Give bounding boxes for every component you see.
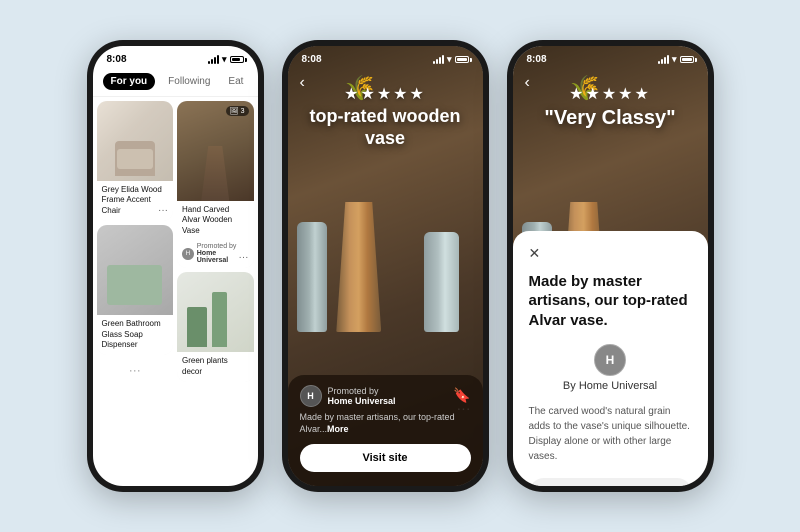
vase-badge: 🖼3 — [226, 106, 249, 116]
col1-footer-dots: ··· — [97, 359, 174, 381]
phones-container: 8:08 ▾ For you Following — [67, 20, 734, 512]
product-bottom-panel: H Promoted by Home Universal 🔖 Made by m… — [288, 375, 483, 486]
wifi-icon-2: ▾ — [447, 54, 452, 65]
feed-item-sink[interactable]: Green Bathroom Glass Soap Dispenser — [97, 225, 174, 355]
bookmark-button[interactable]: 🔖 — [453, 387, 470, 404]
product-title: top-rated wooden vase — [288, 106, 483, 149]
status-icons-2: ▾ — [433, 54, 469, 65]
status-time-3: 8:08 — [527, 54, 547, 65]
modal-brand-name: By Home Universal — [563, 380, 657, 392]
vase-center — [336, 202, 381, 332]
more-link[interactable]: More — [327, 424, 349, 434]
status-time-1: 8:08 — [107, 54, 127, 65]
product-screen: 🌾 8:08 ▾ ‹ — [288, 46, 483, 486]
plants-title: Green plants decor — [182, 356, 249, 377]
wifi-icon-3: ▾ — [672, 54, 677, 65]
back-button[interactable]: ‹ — [300, 74, 305, 92]
phone-feed: 8:08 ▾ For you Following — [87, 40, 264, 492]
vase-image — [177, 101, 254, 201]
plants-info: Green plants decor — [177, 352, 254, 382]
feed-item-chair[interactable]: Grey Elida Wood Frame Accent Chair ··· — [97, 101, 174, 221]
signal-icon-1 — [208, 55, 219, 64]
status-bar-1: 8:08 ▾ — [93, 46, 258, 69]
visit-site-button-2[interactable]: Visit site — [300, 444, 471, 472]
modal-sheet: ✕ Made by master artisans, our top-rated… — [513, 231, 708, 486]
feed-grid: Grey Elida Wood Frame Accent Chair ··· G… — [93, 97, 258, 386]
status-bar-3: 8:08 ▾ — [513, 46, 708, 69]
feed-item-vase[interactable]: 🖼3 Hand Carved Alvar Wooden Vase H Promo… — [177, 101, 254, 268]
tab-eat[interactable]: Eat — [223, 74, 248, 89]
phone-2-screen: 🌾 8:08 ▾ ‹ — [288, 46, 483, 486]
product-brand-info: Promoted by Home Universal — [328, 386, 396, 406]
sink-image — [97, 225, 174, 315]
modal-brand-avatar: H — [594, 344, 626, 376]
status-bar-2: 8:08 ▾ — [288, 46, 483, 69]
vase-left — [297, 222, 327, 332]
vase-promoted-avatar: H — [182, 248, 194, 260]
modal-brand-row: H By Home Universal — [529, 344, 692, 392]
phone-modal: 🌾 8:08 ▾ ‹ — [507, 40, 714, 492]
signal-icon-3 — [658, 55, 669, 64]
product-promoted-row: H Promoted by Home Universal 🔖 — [300, 385, 471, 407]
plants-image — [177, 272, 254, 352]
vase-dots[interactable]: ··· — [239, 252, 249, 263]
wifi-icon-1: ▾ — [222, 54, 227, 65]
tab-for-you[interactable]: For you — [103, 73, 156, 90]
tab-following[interactable]: Following — [163, 74, 215, 89]
chair-dots[interactable]: ··· — [158, 205, 168, 216]
sink-title: Green Bathroom Glass Soap Dispenser — [102, 319, 169, 350]
back-button-3[interactable]: ‹ — [525, 74, 530, 92]
status-icons-3: ▾ — [658, 54, 694, 65]
product-description: Made by master artisans, our top-rated A… — [300, 411, 471, 436]
phone-3-screen: 🌾 8:08 ▾ ‹ — [513, 46, 708, 486]
product-stars-3: ★★★★★ — [513, 84, 708, 104]
status-time-2: 8:08 — [302, 54, 322, 65]
feed-item-plants[interactable]: Green plants decor — [177, 272, 254, 382]
modal-description: The carved wood's natural grain adds to … — [529, 404, 692, 464]
phone-product: 🌾 8:08 ▾ ‹ — [282, 40, 489, 492]
vase-title: Hand Carved Alvar Wooden Vase — [182, 205, 249, 236]
battery-icon-3 — [680, 56, 694, 63]
battery-icon-2 — [455, 56, 469, 63]
sink-info: Green Bathroom Glass Soap Dispenser — [97, 315, 174, 355]
status-icons-1: ▾ — [208, 54, 244, 65]
product-brand-avatar: H — [300, 385, 322, 407]
vase-right — [424, 232, 459, 332]
vase-info: Hand Carved Alvar Wooden Vase — [177, 201, 254, 241]
modal-title: Made by master artisans, our top-rated A… — [529, 272, 692, 331]
product-quote: "Very Classy" — [513, 106, 708, 130]
battery-icon-1 — [230, 56, 244, 63]
modal-close-button[interactable]: ✕ — [529, 245, 692, 262]
phone-1-screen: 8:08 ▾ For you Following — [93, 46, 258, 486]
visit-site-button-3[interactable]: Visit site — [529, 478, 692, 486]
product-stars: ★★★★★ — [288, 84, 483, 104]
feed-col-1: Grey Elida Wood Frame Accent Chair ··· G… — [97, 101, 174, 382]
nav-tabs: For you Following Eat Home decor — [93, 69, 258, 97]
signal-icon-2 — [433, 55, 444, 64]
feed-col-2: 🖼3 Hand Carved Alvar Wooden Vase H Promo… — [177, 101, 254, 382]
chair-image — [97, 101, 174, 181]
tab-home-decor[interactable]: Home decor — [256, 74, 257, 89]
modal-screen: 🌾 8:08 ▾ ‹ — [513, 46, 708, 486]
